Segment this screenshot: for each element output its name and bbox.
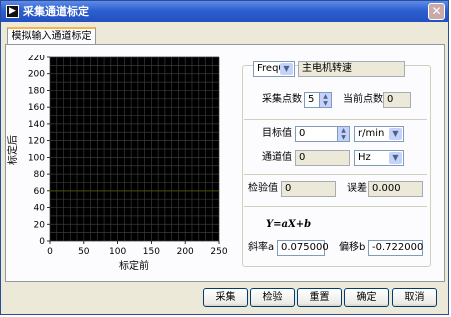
y-axis-ticks: 0 20 40 60 80 100 120 140 160 180 200 220 bbox=[28, 55, 50, 247]
cancel-button[interactable]: 取消 bbox=[392, 288, 437, 307]
labview-arrow-icon: ▶ bbox=[6, 5, 19, 18]
y-tick-label: 160 bbox=[28, 103, 45, 113]
y-tick-label: 80 bbox=[34, 170, 46, 180]
y-tick-label: 100 bbox=[28, 153, 45, 163]
reset-button[interactable]: 重置 bbox=[297, 288, 342, 307]
channel-select[interactable]: Freq0 ▼ bbox=[253, 61, 295, 77]
target-value: 0 bbox=[299, 128, 306, 139]
y-axis-label: 标定后 bbox=[6, 135, 19, 165]
channel-unit-select[interactable]: Hz ▼ bbox=[354, 150, 404, 166]
offset-field[interactable]: -0.722000 bbox=[368, 240, 423, 256]
sample-button[interactable]: 采集 bbox=[203, 288, 248, 307]
divider bbox=[244, 119, 427, 120]
spin-updown-icon[interactable]: ▲ ▼ bbox=[319, 93, 331, 107]
target-label: 目标值 bbox=[262, 128, 292, 139]
x-tick-label: 100 bbox=[109, 247, 126, 257]
check-value-field: 0 bbox=[281, 181, 336, 197]
sample-count-value: 5 bbox=[308, 94, 315, 105]
offset-label: 偏移b bbox=[339, 242, 366, 253]
y-tick-label: 140 bbox=[28, 120, 45, 130]
error-value-field: 0.000 bbox=[368, 181, 423, 197]
current-count-field: 0 bbox=[383, 92, 411, 108]
x-tick-label: 250 bbox=[210, 247, 227, 257]
chevron-down-icon: ▼ bbox=[280, 63, 293, 75]
title-bar[interactable]: ▶ 采集通道标定 ✕ bbox=[1, 1, 448, 22]
y-tick-label: 180 bbox=[28, 86, 45, 96]
window-title: 采集通道标定 bbox=[23, 5, 89, 18]
verify-button[interactable]: 检验 bbox=[250, 288, 295, 307]
divider bbox=[244, 174, 427, 175]
target-unit-select[interactable]: r/min ▼ bbox=[354, 126, 404, 142]
x-tick-label: 0 bbox=[47, 247, 53, 257]
formula-text: Y=aX+b bbox=[266, 219, 312, 230]
current-count-label: 当前点数 bbox=[343, 94, 383, 105]
y-tick-label: 200 bbox=[28, 70, 45, 80]
x-axis-ticks: 0 50 100 150 200 250 bbox=[47, 241, 228, 257]
y-tick-label: 40 bbox=[34, 204, 46, 214]
x-axis-label: 标定前 bbox=[119, 259, 149, 272]
tab-analog-input-calibration[interactable]: 模拟输入通道标定 bbox=[7, 27, 96, 45]
y-tick-label: 120 bbox=[28, 137, 45, 147]
target-unit-value: r/min bbox=[358, 128, 385, 139]
slope-label: 斜率a bbox=[248, 242, 275, 253]
chevron-down-icon: ▼ bbox=[389, 128, 402, 140]
y-tick-label: 220 bbox=[28, 55, 45, 63]
sample-count-stepper[interactable]: 5 ▲ ▼ bbox=[304, 92, 332, 108]
target-stepper[interactable]: 0 ▲ ▼ bbox=[295, 126, 350, 142]
divider bbox=[244, 206, 427, 207]
ok-button[interactable]: 确定 bbox=[344, 288, 389, 307]
channel-value-field: 0 bbox=[295, 150, 350, 166]
x-tick-label: 50 bbox=[78, 247, 90, 257]
close-button[interactable]: ✕ bbox=[428, 3, 445, 20]
slope-field[interactable]: 0.075000 bbox=[277, 240, 329, 256]
y-tick-label: 0 bbox=[39, 237, 45, 247]
x-tick-label: 200 bbox=[177, 247, 194, 257]
channel-unit-value: Hz bbox=[358, 152, 371, 163]
spin-updown-icon[interactable]: ▲ ▼ bbox=[337, 127, 349, 141]
y-tick-label: 20 bbox=[34, 220, 46, 230]
error-label: 误差 bbox=[347, 183, 367, 194]
sample-count-label: 采集点数 bbox=[262, 94, 302, 105]
chevron-down-icon: ▼ bbox=[389, 152, 402, 164]
y-tick-label: 60 bbox=[34, 187, 46, 197]
channel-name-field: 主电机转速 bbox=[298, 61, 405, 77]
check-label: 检验值 bbox=[248, 183, 278, 194]
channel-value-label: 通道值 bbox=[262, 152, 292, 163]
x-tick-label: 150 bbox=[143, 247, 160, 257]
calibration-chart: 0 50 100 150 200 250 0 20 40 60 80 100 120 140 160 180… bbox=[6, 55, 228, 272]
